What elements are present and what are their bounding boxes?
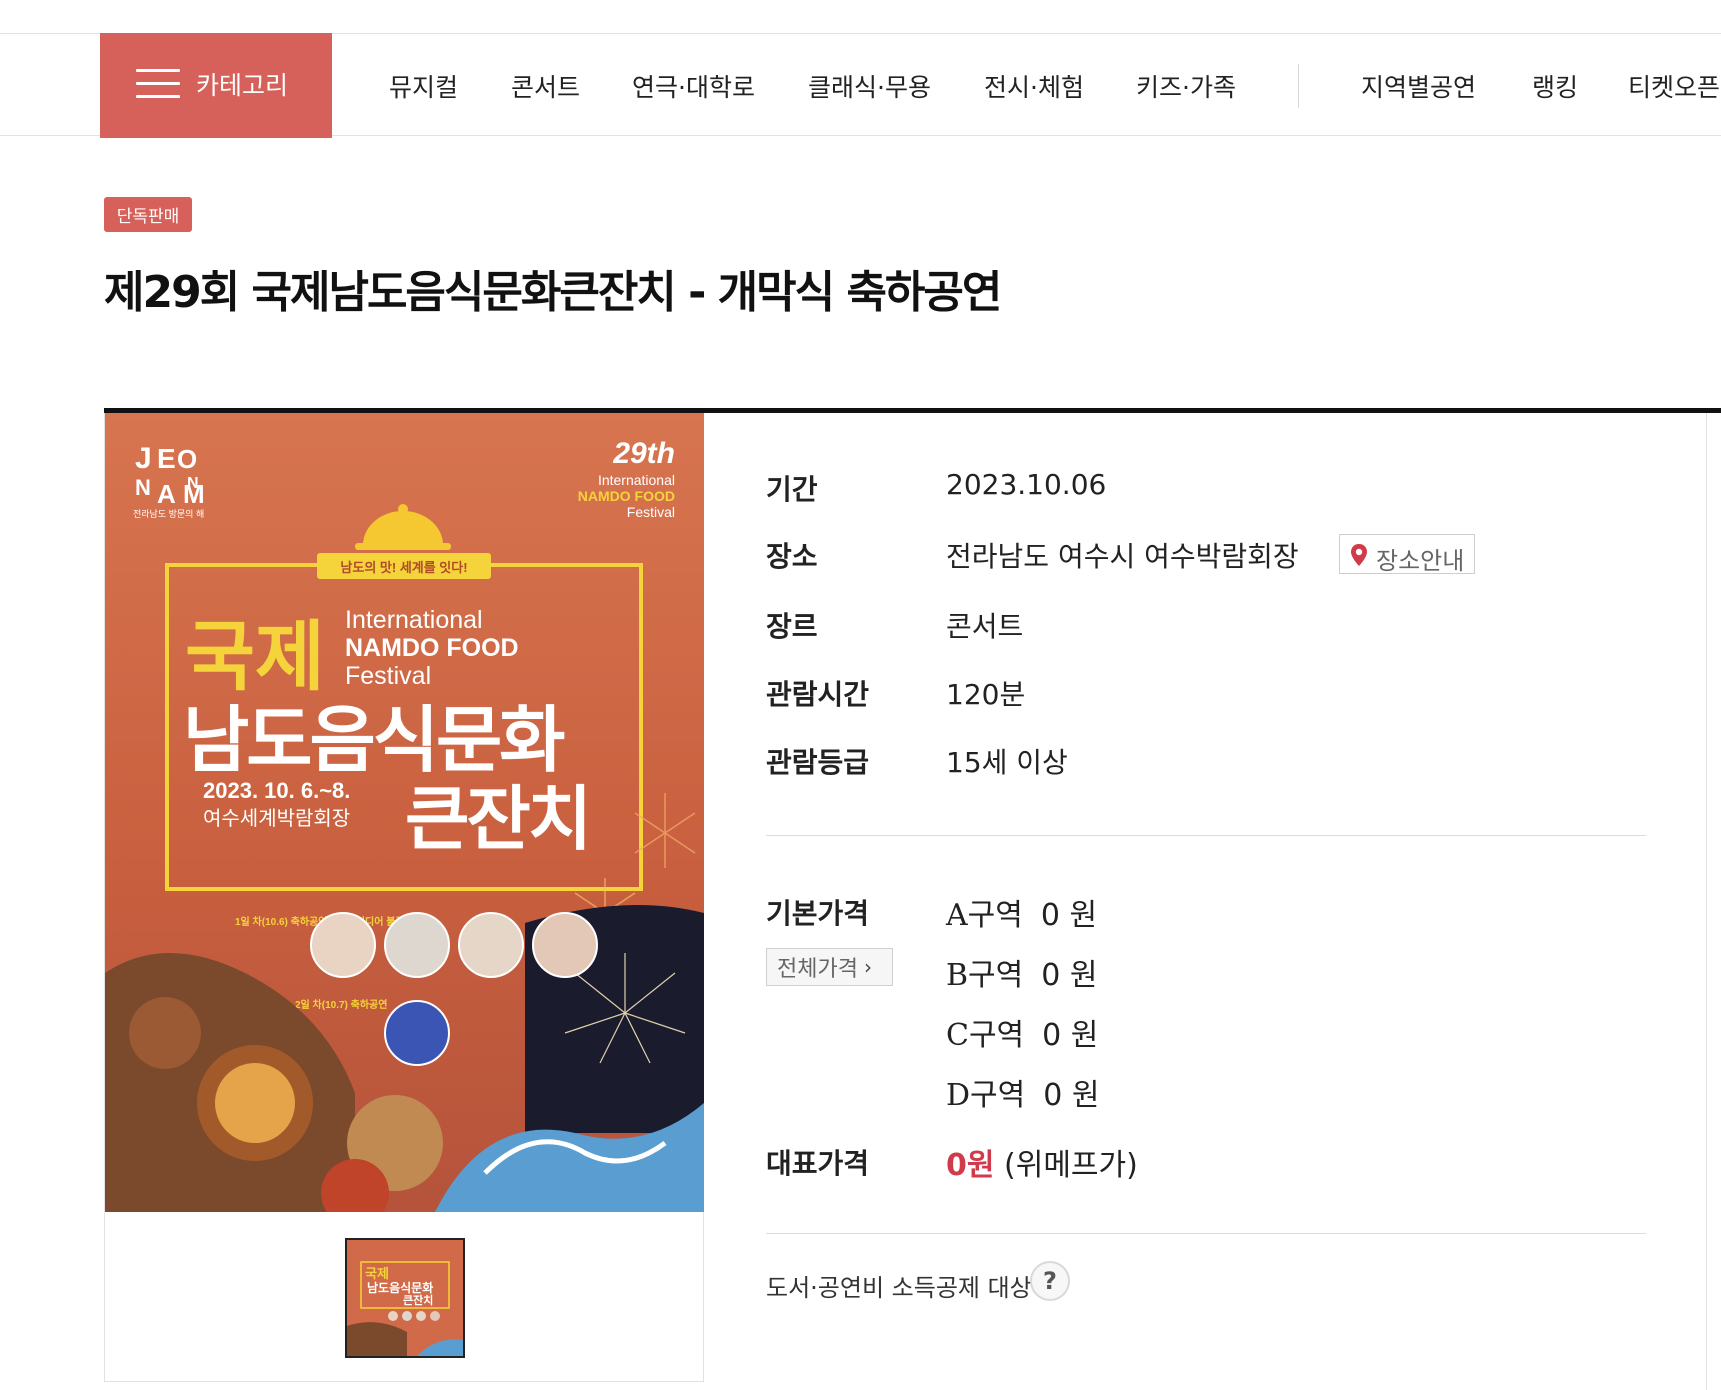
logo-letter: M [183, 479, 205, 509]
zone-name: D구역 [946, 1078, 1026, 1113]
poster-dates: 2023. 10. 6.~8. [203, 778, 350, 803]
category-menu-button[interactable]: 카테고리 [100, 33, 332, 138]
thumb-headline: 남도음식문화 [367, 1280, 433, 1295]
zone-name: A구역 [946, 898, 1023, 933]
nav-item-exhibition[interactable]: 전시·체험 [984, 68, 1084, 104]
all-prices-label: 전체가격 [777, 957, 858, 982]
logo-letter: E [157, 443, 176, 474]
nav-divider [1298, 64, 1299, 108]
tax-deduction-text: 도서·공연비 소득공제 대상 [766, 1274, 1032, 1302]
help-icon[interactable]: ? [1030, 1261, 1070, 1301]
poster-en-line: International [345, 606, 483, 634]
rep-price-label: 대표가격 [766, 1147, 870, 1180]
zone-amount: 0 원 [1041, 958, 1098, 993]
logo-letter: O [177, 444, 197, 474]
logo-letter: A [157, 479, 176, 509]
genre-label: 장르 [766, 610, 818, 643]
venue-label: 장소 [766, 540, 818, 573]
price-zone: B구역 0 원 [946, 950, 1097, 994]
zone-amount: 0 원 [1042, 1018, 1099, 1053]
edition-number: 29th [612, 437, 675, 470]
edition-line: International [598, 472, 675, 488]
info-divider [766, 835, 1646, 836]
nav-item-regional[interactable]: 지역별공연 [1361, 68, 1476, 104]
poster-en-line: NAMDO FOOD [345, 634, 519, 662]
top-nav: 카테고리 뮤지컬 콘서트 연극·대학로 클래식·무용 전시·체험 키즈·가족 지… [0, 33, 1721, 138]
nav-item-theater[interactable]: 연극·대학로 [632, 68, 755, 104]
poster-ribbon: 남도의 맛! 세계를 잇다! [340, 560, 467, 575]
poster-headline-1: 국제 [185, 615, 325, 700]
category-label: 카테고리 [196, 71, 289, 100]
price-label: 기본가격 [766, 897, 870, 930]
poster-image[interactable]: J E O N N A M 전라남도 방문의 해 29th Internatio… [105, 413, 704, 1212]
edition-line: Festival [627, 504, 675, 520]
venue-guide-label: 장소안내 [1376, 547, 1465, 575]
rep-price: 0원 (위메프가) [946, 1140, 1138, 1184]
period-label: 기간 [766, 473, 818, 506]
all-prices-button[interactable]: 전체가격 › [766, 948, 893, 986]
logo-letter: N [135, 475, 151, 500]
poster-headline-3: 큰잔치 [405, 780, 589, 858]
logo-subtitle: 전라남도 방문의 해 [133, 509, 204, 519]
runtime-value: 120분 [946, 678, 1026, 711]
rating-label: 관람등급 [766, 746, 870, 779]
nav-item-kids-family[interactable]: 키즈·가족 [1136, 68, 1236, 104]
rep-price-value: 0원 [946, 1148, 995, 1183]
genre-value: 콘서트 [946, 610, 1024, 643]
nav-item-ticket-open[interactable]: 티켓오픈 [1628, 68, 1720, 104]
zone-amount: 0 원 [1040, 898, 1098, 933]
price-zone: D구역 0 원 [946, 1070, 1100, 1114]
poster-section: J E O N N A M 전라남도 방문의 해 29th Internatio… [104, 413, 704, 1382]
period-value: 2023.10.06 [946, 468, 1107, 501]
price-zone: A구역 0 원 [946, 890, 1097, 934]
runtime-label: 관람시간 [766, 678, 870, 711]
nav-item-musical[interactable]: 뮤지컬 [389, 68, 458, 104]
panel-right-border [1706, 413, 1707, 1390]
zone-amount: 0 원 [1043, 1078, 1100, 1113]
exclusive-badge: 단독판매 [104, 197, 192, 232]
venue-guide-button[interactable]: 장소안내 [1339, 534, 1475, 575]
poster-en-line: Festival [345, 662, 431, 690]
zone-name: C구역 [946, 1018, 1025, 1053]
rating-value: 15세 이상 [946, 746, 1068, 779]
map-pin-icon [1351, 544, 1367, 566]
edition-line: NAMDO FOOD [578, 488, 675, 504]
logo-letter: J [135, 442, 152, 475]
hamburger-icon [136, 69, 180, 99]
poster-headline-2: 남도음식문화 [183, 701, 565, 781]
nav-item-ranking[interactable]: 랭킹 [1532, 68, 1578, 104]
nav-item-concert[interactable]: 콘서트 [511, 68, 580, 104]
zone-name: B구역 [946, 958, 1024, 993]
poster-place: 여수세계박람회장 [203, 807, 350, 830]
price-zone: C구역 0 원 [946, 1010, 1098, 1054]
price-divider [766, 1233, 1646, 1234]
day2-label: 2일 차(10.7) 축하공연 [295, 998, 387, 1011]
venue-value: 전라남도 여수시 여수박람회장 [946, 540, 1299, 573]
poster-thumbnail[interactable]: 국제 남도음식문화 큰잔치 [345, 1238, 465, 1358]
page-title: 제29회 국제남도음식문화큰잔치 - 개막식 축하공연 [104, 267, 1002, 318]
thumb-headline: 국제 [365, 1266, 389, 1281]
nav-item-classic-dance[interactable]: 클래식·무용 [808, 68, 931, 104]
rep-price-seller: (위메프가) [1004, 1148, 1138, 1183]
chevron-right-icon: › [863, 955, 872, 979]
thumb-headline: 큰잔치 [403, 1293, 433, 1307]
